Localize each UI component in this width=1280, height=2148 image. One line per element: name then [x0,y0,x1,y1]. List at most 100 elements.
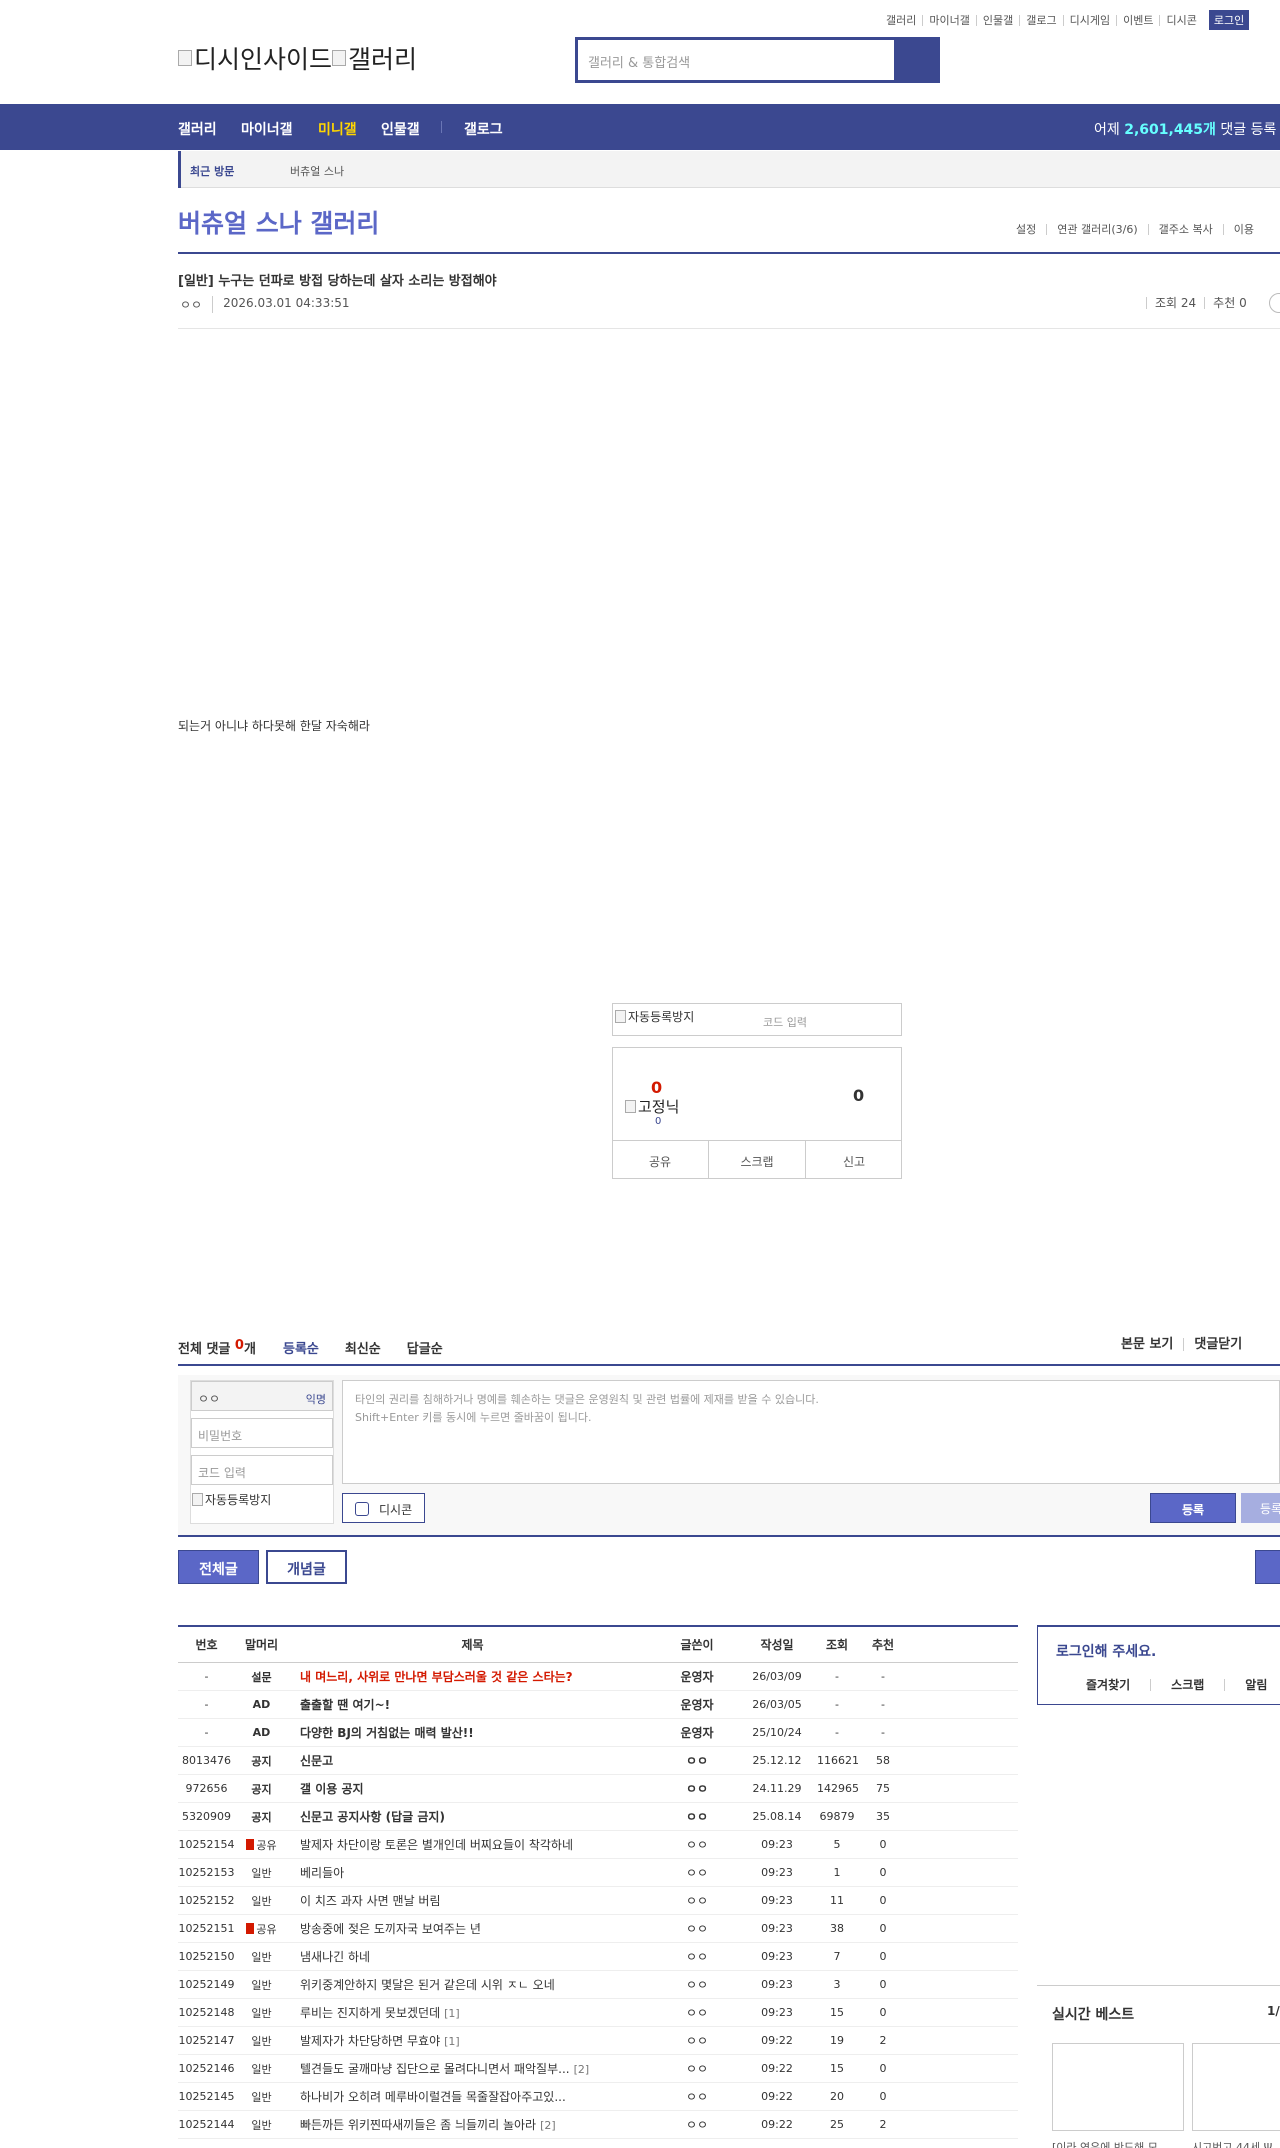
row-title[interactable]: 루비는 진지하게 못보겠던데 [1] [288,2004,657,2021]
usage-link[interactable]: 이용 [1222,224,1264,235]
row-title[interactable]: 갤 이용 공지 [288,1780,657,1797]
row-writer[interactable]: ㅇㅇ [657,1892,737,1909]
row-title-text[interactable]: 갤 이용 공지 [300,1782,364,1796]
row-title[interactable]: 발제자 차단이랑 토론은 별개인데 버찌요들이 착각하네 [288,1836,657,1853]
row-writer[interactable]: ㅇㅇ [657,2004,737,2021]
comment-code-field[interactable]: 코드 입력 [191,1455,333,1485]
recent-visit-item[interactable]: 버츄얼 스나 [290,163,344,179]
row-title[interactable]: 내 며느리, 사위로 만나면 부담스러울 것 같은 스타는? [288,1668,657,1685]
row-writer[interactable]: ㅇㅇ [657,1808,737,1825]
row-writer[interactable]: 운영자 [657,1668,737,1685]
table-row[interactable]: 10252147 일반 발제자가 차단당하면 무효야 [1] ㅇㅇ 09:22 19 2 [178,2027,1018,2055]
row-reply-count[interactable]: [2] [540,2119,556,2132]
table-row[interactable]: 5320909 공지 신문고 공지사항 (답글 금지) ㅇㅇ 25.08.14 69879… [178,1803,1018,1831]
login-prompt[interactable]: 로그인해 주세요. [1056,1641,1156,1661]
row-writer[interactable]: 운영자 [657,1696,737,1713]
row-title-text[interactable]: 베리들아 [300,1866,344,1880]
share-button[interactable]: 공유 [612,1141,708,1179]
best-caption-1[interactable]: [이라 연우에 반드해 모... [1052,2139,1168,2148]
row-writer[interactable]: ㅇㅇ [657,1780,737,1797]
row-title-text[interactable]: 신문고 [300,1754,333,1768]
sort-registered[interactable]: 등록순 [283,1338,319,1357]
util-link-gallery[interactable]: 갤러리 [880,15,922,26]
copy-address-link[interactable]: 갤주소 복사 [1147,224,1223,235]
post-writer[interactable]: ㅇㅇ [180,296,212,313]
table-row[interactable]: 972656 공지 갤 이용 공지 ㅇㅇ 24.11.29 142965 75 [178,1775,1018,1803]
table-row[interactable]: 10252151 공유 방송중에 젖은 도끼자국 보여주는 년 ㅇㅇ 09:23 38 0 [178,1915,1018,1943]
comment-jump-icon[interactable] [1269,293,1280,313]
row-title-text[interactable]: 출출할 땐 여기~! [300,1698,390,1712]
table-row[interactable]: - 설문 내 며느리, 사위로 만나면 부담스러울 것 같은 스타는? 운영자 26/0… [178,1663,1018,1691]
view-post-link[interactable]: 본문 보기 [1121,1338,1183,1351]
scrap-button[interactable]: 스크랩 [708,1141,805,1179]
best-caption-2[interactable]: 시고번고 44세 Ψ... [1192,2139,1280,2148]
row-title-text[interactable]: 냄새나긴 하네 [300,1950,370,1964]
row-writer[interactable]: ㅇㅇ [657,1864,737,1881]
gnb-item-minor[interactable]: 마이너갤 [241,119,293,139]
gallery-settings-link[interactable]: 설정 [1006,224,1046,235]
row-title[interactable]: 냄새나긴 하네 [288,1948,657,1965]
util-link-dccon[interactable]: 디시콘 [1159,14,1202,26]
favorites-link[interactable]: 즐겨찾기 [1038,1679,1150,1691]
row-title[interactable]: 방송중에 젖은 도끼자국 보여주는 년 [288,1920,657,1937]
row-writer[interactable]: 운영자 [657,1724,737,1741]
tab-all-posts[interactable]: 전체글 [178,1550,259,1584]
row-title[interactable]: 다양한 BJ의 거침없는 매력 발산!! [288,1724,657,1741]
row-title[interactable]: 빠든까든 위키찐따새끼들은 좀 늬들끼리 놀아라 [2] [288,2116,657,2133]
util-link-event[interactable]: 이벤트 [1116,14,1159,26]
comment-submit-button[interactable]: 등록 [1150,1493,1236,1523]
site-logo[interactable]: 디시인사이드 갤러리 [178,40,417,76]
row-writer[interactable]: ㅇㅇ [657,2088,737,2105]
close-comments-link[interactable]: 댓글닫기 [1183,1338,1252,1351]
row-writer[interactable]: ㅇㅇ [657,2116,737,2133]
row-reply-count[interactable]: [1] [444,2007,460,2020]
row-title[interactable]: 베리들아 [288,1864,657,1881]
table-row[interactable]: 10252154 공유 발제자 차단이랑 토론은 별개인데 버찌요들이 착각하네 ㅇㅇ… [178,1831,1018,1859]
row-title[interactable]: 출출할 땐 여기~! [288,1696,657,1713]
row-title-text[interactable]: 다양한 BJ의 거침없는 매력 발산!! [300,1726,474,1740]
row-title[interactable]: 이 치즈 과자 사면 맨날 버림 [288,1892,657,1909]
row-reply-count[interactable]: [2] [574,2063,590,2076]
recent-visit-label[interactable]: 최근 방문 [190,163,234,179]
gallery-title[interactable]: 버츄얼 스나 갤러리 [178,204,379,240]
row-writer[interactable]: ㅇㅇ [657,2032,737,2049]
table-row[interactable]: 10252153 일반 베리들아 ㅇㅇ 09:23 1 0 [178,1859,1018,1887]
row-title-text[interactable]: 발제자 차단이랑 토론은 별개인데 버찌요들이 착각하네 [300,1838,573,1852]
row-writer[interactable]: ㅇㅇ [657,1976,737,1993]
password-field[interactable]: 비밀번호 [191,1418,333,1448]
tab-concept-posts[interactable]: 개념글 [266,1550,347,1584]
row-title-text[interactable]: 방송중에 젖은 도끼자국 보여주는 년 [300,1922,481,1936]
realtime-best-page[interactable]: 1/ [1267,2004,1280,2018]
table-row[interactable]: 10252145 일반 하나비가 오히려 메루바이럴견들 목줄잘잡아주고있... ㅇㅇ… [178,2083,1018,2111]
row-writer[interactable]: ㅇㅇ [657,1752,737,1769]
row-title[interactable]: 하나비가 오히려 메루바이럴견들 목줄잘잡아주고있... [288,2088,657,2105]
dccon-button[interactable]: 디시콘 [342,1493,425,1523]
row-title-text[interactable]: 이 치즈 과자 사면 맨날 버림 [300,1894,441,1908]
sort-latest[interactable]: 최신순 [345,1338,381,1357]
row-title-text[interactable]: 발제자가 차단당하면 무효야 [300,2034,440,2048]
row-writer[interactable]: ㅇㅇ [657,2060,737,2077]
row-title[interactable]: 위키중계안하지 몇달은 된거 같은데 시위 ㅈㄴ 오네 [288,1976,657,1993]
recommend-up-count[interactable]: 0 [651,1078,662,1097]
table-row[interactable]: 10252146 일반 텔견들도 굴깨마냥 집단으로 몰려다니면서 패악질부... [… [178,2055,1018,2083]
gnb-item-gallog[interactable]: 갤로그 [464,119,503,139]
table-row[interactable]: - AD 다양한 BJ의 거침없는 매력 발산!! 운영자 25/10/24 - - [178,1719,1018,1747]
search-button[interactable] [894,40,937,80]
nickname-field[interactable]: ㅇㅇ 익명 [191,1381,333,1411]
best-card-1[interactable] [1052,2043,1184,2131]
notifications-link[interactable]: 알림 [1224,1679,1280,1691]
row-title-text[interactable]: 하나비가 오히려 메루바이럴견들 목줄잘잡아주고있... [300,2090,566,2104]
row-title-text[interactable]: 신문고 공지사항 (답글 금지) [300,1810,445,1824]
util-link-person[interactable]: 인물갤 [975,14,1019,26]
util-link-minor[interactable]: 마이너갤 [922,14,975,26]
report-button[interactable]: 신고 [805,1141,902,1179]
row-title[interactable]: 텔견들도 굴깨마냥 집단으로 몰려다니면서 패악질부... [2] [288,2060,657,2077]
row-title-text[interactable]: 빠든까든 위키찐따새끼들은 좀 늬들끼리 놀아라 [300,2118,536,2132]
table-row[interactable]: - AD 출출할 땐 여기~! 운영자 26/03/05 - - [178,1691,1018,1719]
row-title-text[interactable]: 루비는 진지하게 못보겠던데 [300,2006,440,2020]
util-link-gallog[interactable]: 갤로그 [1019,14,1062,26]
row-writer[interactable]: ㅇㅇ [657,1948,737,1965]
recommend-down-count[interactable]: 0 [853,1086,864,1105]
scrap-link[interactable]: 스크랩 [1150,1679,1224,1691]
table-row[interactable]: 10252150 일반 냄새나긴 하네 ㅇㅇ 09:23 7 0 [178,1943,1018,1971]
